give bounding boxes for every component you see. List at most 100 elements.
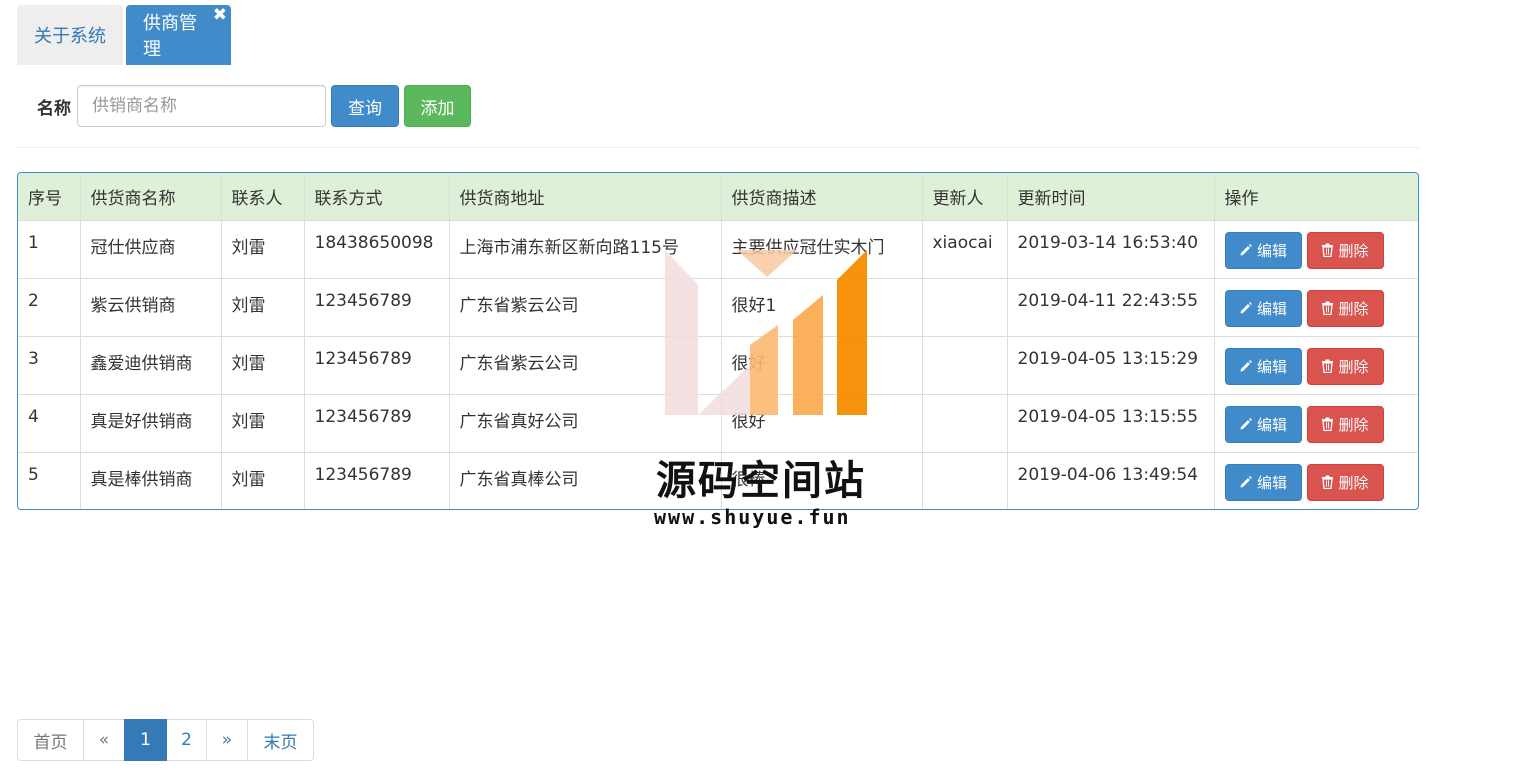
query-button[interactable]: 查询: [331, 85, 399, 127]
page-prev[interactable]: «: [83, 719, 125, 761]
page-first[interactable]: 首页: [17, 719, 84, 761]
cell-description: 主要供应冠仕实木门: [721, 220, 923, 278]
pencil-icon: [1240, 476, 1252, 488]
cell-updater: [922, 335, 1008, 394]
delete-button[interactable]: 删除: [1306, 231, 1384, 269]
edit-button[interactable]: 编辑: [1224, 231, 1302, 269]
table-row: 4 真是好供销商 刘雷 123456789 广东省真好公司 很好 2019-04-05 13…: [18, 393, 1418, 452]
page-last[interactable]: 末页: [247, 719, 314, 761]
trash-icon: [1322, 359, 1334, 373]
cell-updater: [922, 277, 1008, 336]
pencil-icon: [1240, 360, 1252, 372]
cell-update-time: 2019-03-14 16:53:40: [1007, 220, 1215, 278]
cell-phone: 123456789: [304, 451, 450, 509]
cell-address: 广东省真好公司: [449, 393, 722, 452]
tab-label: 供商管理: [143, 13, 197, 60]
cell-supplier-name: 真是好供销商: [80, 393, 222, 452]
trash-icon: [1322, 243, 1334, 257]
cell-phone: 123456789: [304, 277, 450, 336]
edit-label: 编辑: [1256, 299, 1287, 318]
table-row: 5 真是棒供销商 刘雷 123456789 广东省真棒公司 很棒 2019-04-06 13…: [18, 451, 1418, 509]
cell-description: 很棒: [721, 451, 923, 509]
tab-bar: 关于系统 供商管理 ✖: [17, 5, 234, 65]
trash-icon: [1322, 301, 1334, 315]
page-2[interactable]: 2: [166, 719, 207, 761]
cell-actions: 编辑 删除: [1214, 277, 1418, 336]
pencil-icon: [1240, 244, 1252, 256]
edit-button[interactable]: 编辑: [1224, 347, 1302, 385]
cell-supplier-name: 紫云供销商: [80, 277, 222, 336]
cell-actions: 编辑 删除: [1214, 393, 1418, 452]
cell-update-time: 2019-04-06 13:49:54: [1007, 451, 1215, 509]
cell-update-time: 2019-04-05 13:15:55: [1007, 393, 1215, 452]
cell-address: 广东省紫云公司: [449, 277, 722, 336]
cell-no: 3: [18, 335, 81, 394]
tab-label: 关于系统: [34, 26, 106, 47]
cell-supplier-name: 真是棒供销商: [80, 451, 222, 509]
edit-label: 编辑: [1256, 473, 1287, 492]
search-input[interactable]: [77, 85, 326, 127]
cell-phone: 18438650098: [304, 220, 450, 278]
pencil-icon: [1240, 302, 1252, 314]
cell-description: 很好: [721, 335, 923, 394]
delete-label: 删除: [1338, 473, 1369, 492]
divider: [17, 147, 1419, 148]
edit-button[interactable]: 编辑: [1224, 405, 1302, 443]
cell-contact: 刘雷: [221, 393, 305, 452]
edit-label: 编辑: [1256, 357, 1287, 376]
cell-address: 广东省真棒公司: [449, 451, 722, 509]
table-header-row: 序号 供货商名称 联系人 联系方式 供货商地址 供货商描述 更新人 更新时间 操…: [18, 173, 1418, 221]
edit-button[interactable]: 编辑: [1224, 463, 1302, 501]
cell-updater: [922, 451, 1008, 509]
cell-description: 很好1: [721, 277, 923, 336]
search-bar: 名称 查询 添加: [37, 85, 471, 127]
cell-no: 5: [18, 451, 81, 509]
delete-button[interactable]: 删除: [1306, 289, 1384, 327]
table-row: 3 鑫爱迪供销商 刘雷 123456789 广东省紫云公司 很好 2019-04-05 13…: [18, 335, 1418, 394]
delete-label: 删除: [1338, 415, 1369, 434]
cell-contact: 刘雷: [221, 335, 305, 394]
column-header-updater: 更新人: [922, 173, 1008, 221]
edit-button[interactable]: 编辑: [1224, 289, 1302, 327]
close-icon[interactable]: ✖: [213, 6, 227, 24]
cell-description: 很好: [721, 393, 923, 452]
cell-actions: 编辑 删除: [1214, 220, 1418, 278]
page-next[interactable]: »: [206, 719, 248, 761]
column-header-description: 供货商描述: [721, 173, 923, 221]
column-header-update-time: 更新时间: [1007, 173, 1215, 221]
cell-address: 上海市浦东新区新向路115号: [449, 220, 722, 278]
delete-label: 删除: [1338, 299, 1369, 318]
delete-label: 删除: [1338, 241, 1369, 260]
delete-button[interactable]: 删除: [1306, 405, 1384, 443]
search-label: 名称: [37, 98, 71, 119]
page-1[interactable]: 1: [124, 719, 167, 761]
delete-label: 删除: [1338, 357, 1369, 376]
cell-phone: 123456789: [304, 335, 450, 394]
trash-icon: [1322, 475, 1334, 489]
cell-updater: [922, 393, 1008, 452]
tab-about-system[interactable]: 关于系统: [17, 5, 123, 65]
cell-actions: 编辑 删除: [1214, 335, 1418, 394]
edit-label: 编辑: [1256, 241, 1287, 260]
column-header-actions: 操作: [1214, 173, 1418, 221]
add-button[interactable]: 添加: [404, 85, 471, 127]
cell-address: 广东省紫云公司: [449, 335, 722, 394]
trash-icon: [1322, 417, 1334, 431]
delete-button[interactable]: 删除: [1306, 463, 1384, 501]
column-header-no: 序号: [18, 173, 81, 221]
column-header-address: 供货商地址: [449, 173, 722, 221]
cell-update-time: 2019-04-11 22:43:55: [1007, 277, 1215, 336]
edit-label: 编辑: [1256, 415, 1287, 434]
delete-button[interactable]: 删除: [1306, 347, 1384, 385]
cell-supplier-name: 鑫爱迪供销商: [80, 335, 222, 394]
cell-actions: 编辑 删除: [1214, 451, 1418, 509]
cell-no: 1: [18, 220, 81, 278]
tab-supplier-management[interactable]: 供商管理 ✖: [126, 5, 231, 65]
cell-phone: 123456789: [304, 393, 450, 452]
table-row: 1 冠仕供应商 刘雷 18438650098 上海市浦东新区新向路115号 主要供应冠仕实…: [18, 220, 1418, 278]
supplier-table: 序号 供货商名称 联系人 联系方式 供货商地址 供货商描述 更新人 更新时间 操…: [17, 172, 1419, 510]
cell-supplier-name: 冠仕供应商: [80, 220, 222, 278]
cell-contact: 刘雷: [221, 451, 305, 509]
table-row: 2 紫云供销商 刘雷 123456789 广东省紫云公司 很好1 2019-04-11 22…: [18, 277, 1418, 336]
column-header-name: 供货商名称: [80, 173, 222, 221]
